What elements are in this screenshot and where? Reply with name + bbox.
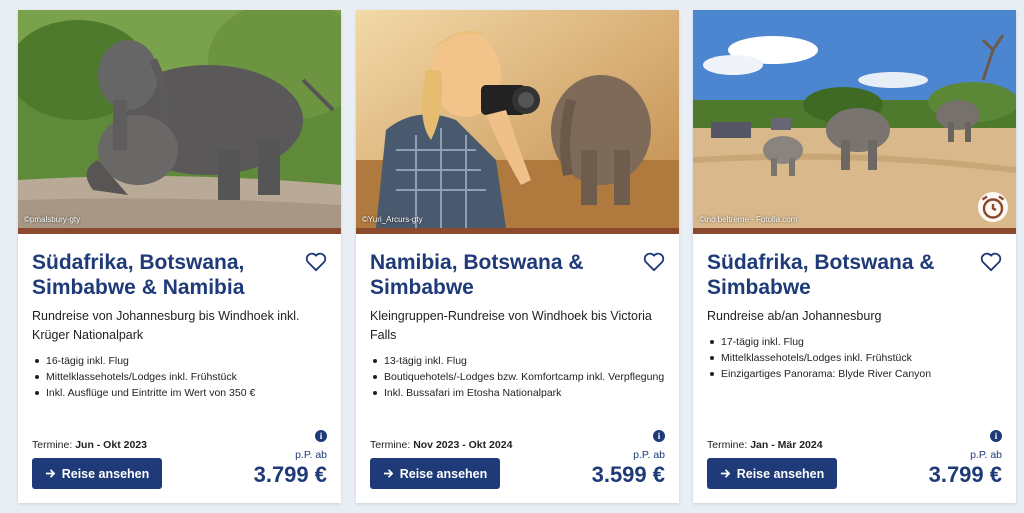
tour-title[interactable]: Südafrika, Botswana & Simbabwe (707, 250, 962, 300)
feature-item: Inkl. Bussafari im Etosha Nationalpark (370, 385, 665, 401)
dates-value: Jan - Mär 2024 (750, 439, 823, 451)
feature-item: 13-tägig inkl. Flug (370, 353, 665, 369)
feature-item: Inkl. Ausflüge und Eintritte im Wert von… (32, 385, 327, 401)
tour-card-list: ©pmalsbury-gty Südafrika, Botswana, Simb… (0, 0, 1024, 513)
tour-subtitle: Rundreise von Johannesburg bis Windhoek … (32, 309, 300, 342)
button-label: Reise ansehen (61, 466, 150, 481)
price-prefix: p.P. ab (970, 449, 1002, 461)
arrow-right-icon (720, 469, 731, 478)
tour-dates: Termine: Jan - Mär 2024 (707, 439, 823, 451)
heart-icon[interactable] (643, 252, 665, 272)
price-prefix: p.P. ab (633, 449, 665, 461)
button-label: Reise ansehen (736, 466, 825, 481)
alarm-clock-icon[interactable] (978, 192, 1008, 222)
tour-price: 3.799 € (928, 462, 1002, 487)
tour-price: 3.799 € (253, 462, 327, 487)
feature-list: 13-tägig inkl. Flug Boutiquehotels/-Lodg… (370, 353, 665, 401)
image-divider (356, 228, 679, 234)
view-tour-button[interactable]: Reise ansehen (707, 458, 837, 489)
image-credit: ©ino beltreme - Fotolia.com (699, 215, 798, 224)
image-divider (693, 228, 1016, 234)
tour-dates: Termine: Nov 2023 - Okt 2024 (370, 439, 512, 451)
safari-elephants-image[interactable]: ©ino beltreme - Fotolia.com (693, 10, 1016, 228)
info-icon[interactable]: i (653, 430, 665, 442)
view-tour-button[interactable]: Reise ansehen (32, 458, 162, 489)
feature-item: Mittelklassehotels/Lodges inkl. Frühstüc… (707, 350, 1002, 366)
image-credit: ©Yuri_Arcurs-gty (362, 215, 423, 224)
tour-title[interactable]: Namibia, Botswana & Simbabwe (370, 250, 625, 300)
tour-card[interactable]: ©ino beltreme - Fotolia.com Südafrika, B… (693, 10, 1016, 503)
dates-label: Termine: (370, 439, 414, 451)
tour-dates: Termine: Jun - Okt 2023 (32, 439, 147, 451)
tour-card[interactable]: ©Yuri_Arcurs-gty Namibia, Botswana & Sim… (356, 10, 679, 503)
arrow-right-icon (383, 469, 394, 478)
image-divider (18, 228, 341, 234)
heart-icon[interactable] (980, 252, 1002, 272)
view-tour-button[interactable]: Reise ansehen (370, 458, 500, 489)
dates-value: Jun - Okt 2023 (75, 439, 147, 451)
heart-icon[interactable] (305, 252, 327, 272)
image-credit: ©pmalsbury-gty (24, 215, 81, 224)
feature-item: Mittelklassehotels/Lodges inkl. Frühstüc… (32, 369, 327, 385)
feature-item: Boutiquehotels/-Lodges bzw. Komfortcamp … (370, 369, 665, 385)
feature-item: 17-tägig inkl. Flug (707, 334, 1002, 350)
price-prefix: p.P. ab (295, 449, 327, 461)
info-icon[interactable]: i (990, 430, 1002, 442)
feature-list: 16-tägig inkl. Flug Mittelklassehotels/L… (32, 353, 327, 401)
feature-item: 16-tägig inkl. Flug (32, 353, 327, 369)
arrow-right-icon (45, 469, 56, 478)
button-label: Reise ansehen (399, 466, 488, 481)
tour-subtitle: Rundreise ab/an Johannesburg (707, 309, 882, 323)
tour-price: 3.599 € (591, 462, 665, 487)
feature-item: Einzigartiges Panorama: Blyde River Cany… (707, 366, 1002, 382)
tour-subtitle: Kleingruppen-Rundreise von Windhoek bis … (370, 309, 652, 342)
photographer-elephant-image[interactable]: ©Yuri_Arcurs-gty (356, 10, 679, 228)
dates-label: Termine: (707, 439, 751, 451)
elephants-playing-image[interactable]: ©pmalsbury-gty (18, 10, 341, 228)
info-icon[interactable]: i (315, 430, 327, 442)
tour-title[interactable]: Südafrika, Botswana, Simbabwe & Namibia (32, 250, 287, 300)
tour-card[interactable]: ©pmalsbury-gty Südafrika, Botswana, Simb… (18, 10, 341, 503)
feature-list: 17-tägig inkl. Flug Mittelklassehotels/L… (707, 334, 1002, 382)
dates-label: Termine: (32, 439, 76, 451)
dates-value: Nov 2023 - Okt 2024 (413, 439, 513, 451)
